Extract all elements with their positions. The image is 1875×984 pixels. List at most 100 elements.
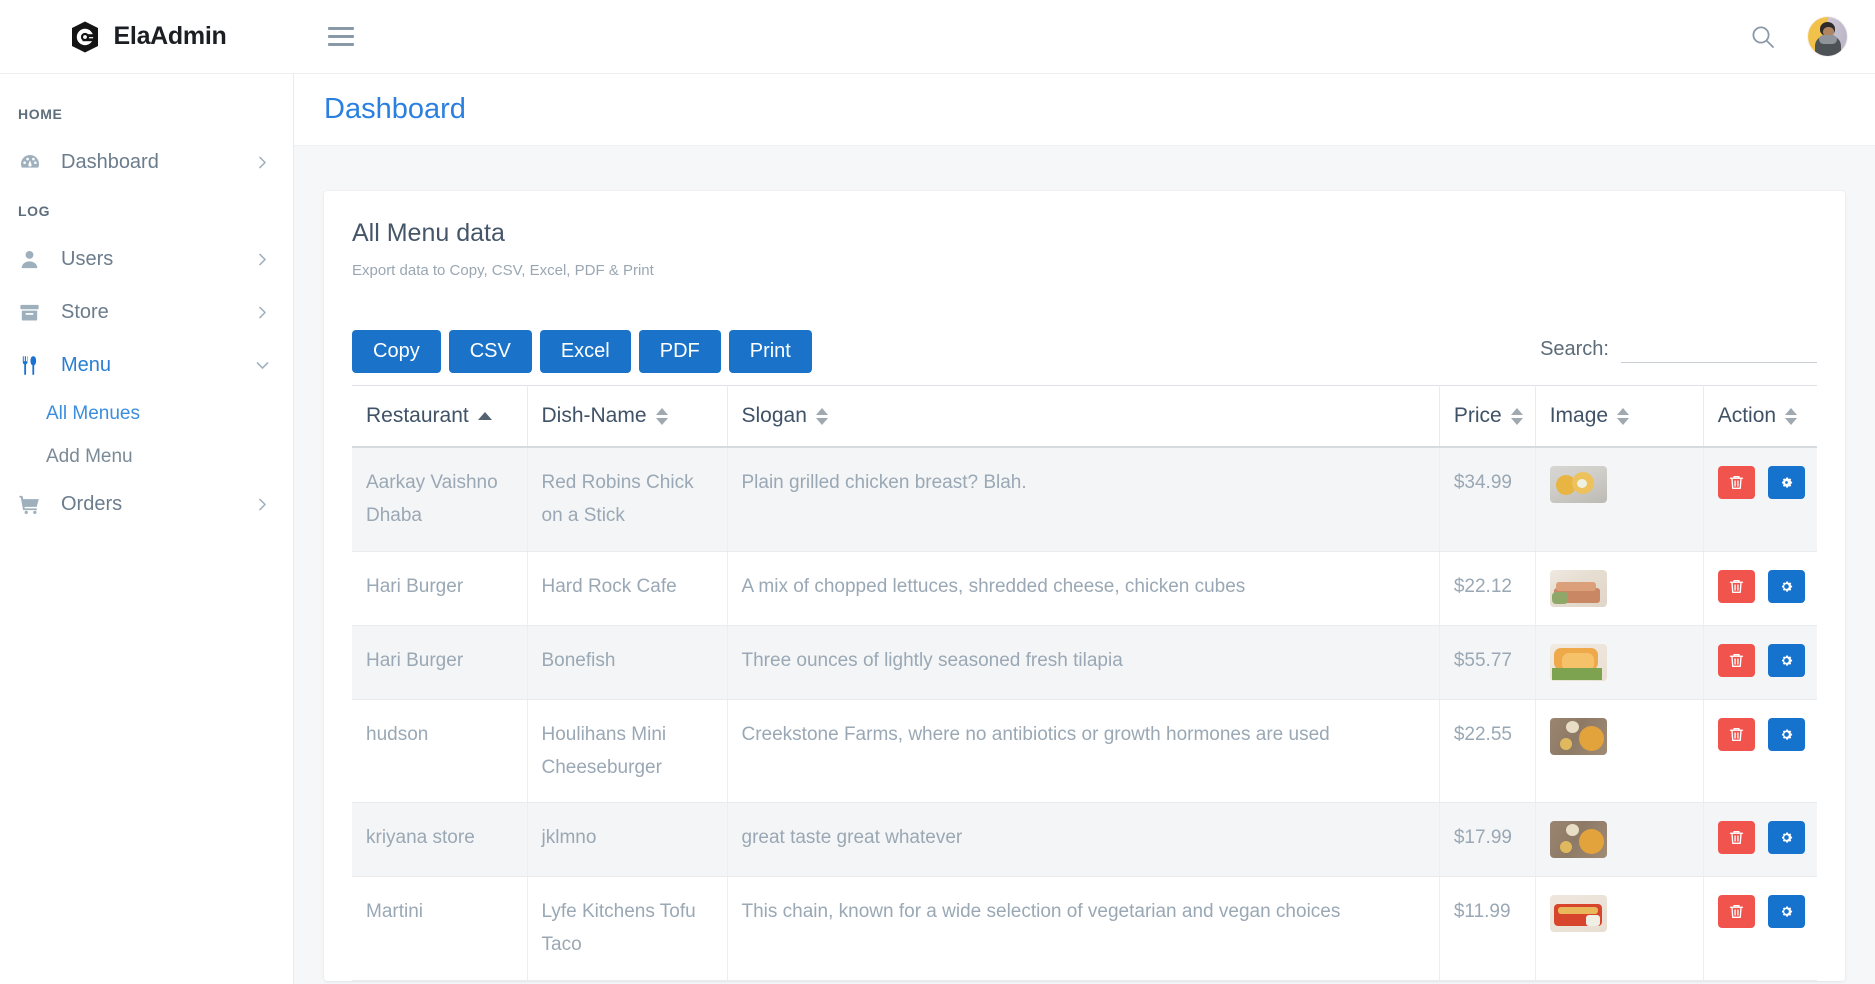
search-input[interactable] [1621, 337, 1817, 363]
cell-price: $22.12 [1439, 551, 1536, 626]
edit-row-button[interactable] [1768, 643, 1805, 677]
ela-logo-icon [68, 20, 102, 54]
cell-restaurant: kriyana store [352, 802, 528, 877]
sidebar-item-store[interactable]: Store [0, 286, 293, 339]
sidebar-item-orders[interactable]: Orders [0, 478, 293, 531]
sidebar-item-users[interactable]: Users [0, 233, 293, 286]
cell-action [1703, 699, 1817, 803]
cell-restaurant: Martini [352, 876, 528, 981]
sort-both-icon [1617, 407, 1630, 425]
column-header-action[interactable]: Action [1703, 385, 1817, 448]
table-row: Martini Lyfe Kitchens Tofu Taco This cha… [352, 876, 1817, 981]
speedometer-icon [18, 150, 48, 176]
sidebar-subitem-add-menu[interactable]: Add Menu [0, 435, 293, 478]
box-icon [18, 300, 48, 326]
cell-action [1703, 551, 1817, 626]
cell-price: $11.99 [1439, 876, 1536, 981]
sidebar-subitem-all-menues[interactable]: All Menues [0, 392, 293, 435]
column-header-slogan[interactable]: Slogan [727, 385, 1440, 448]
cell-action [1703, 802, 1817, 877]
cell-dish-name: Red Robins Chick on a Stick [527, 447, 728, 552]
sort-ascending-icon [477, 412, 492, 420]
sidebar-item-label: Dashboard [61, 151, 159, 173]
column-header-image[interactable]: Image [1535, 385, 1704, 448]
cell-action [1703, 876, 1817, 981]
table-body: Aarkay Vaishno Dhaba Red Robins Chick on… [352, 447, 1817, 981]
edit-row-button[interactable] [1768, 895, 1805, 929]
edit-row-button[interactable] [1768, 569, 1805, 603]
delete-row-button[interactable] [1717, 569, 1755, 603]
cell-restaurant: Aarkay Vaishno Dhaba [352, 447, 528, 552]
dish-thumbnail [1549, 717, 1607, 755]
table-head: Restaurant Dish-Name Slogan Price Image … [352, 385, 1817, 448]
page-title: Dashboard [324, 93, 466, 125]
cell-dish-name: Hard Rock Cafe [527, 551, 728, 626]
print-button[interactable]: Print [728, 330, 812, 373]
delete-row-button[interactable] [1717, 466, 1755, 500]
delete-row-button[interactable] [1717, 717, 1755, 751]
column-header-price[interactable]: Price [1439, 385, 1536, 448]
chevron-right-icon [254, 154, 271, 171]
sort-both-icon [1510, 407, 1523, 425]
column-label: Image [1549, 404, 1609, 427]
dish-thumbnail [1549, 821, 1607, 858]
sidebar-section-home: HOME [18, 106, 63, 122]
cell-restaurant: Hari Burger [352, 625, 528, 700]
export-button-group: Copy CSV Excel PDF Print [352, 330, 812, 373]
cell-dish-name: Bonefish [527, 625, 728, 700]
column-label: Restaurant [366, 404, 469, 427]
cell-restaurant: hudson [352, 699, 528, 803]
card-title: All Menu data [352, 219, 505, 247]
cell-slogan: Three ounces of lightly seasoned fresh t… [727, 625, 1440, 700]
table-row: hudson Houlihans Mini Cheeseburger Creek… [352, 699, 1817, 803]
column-header-dish-name[interactable]: Dish-Name [527, 385, 728, 448]
brand-area[interactable]: ElaAdmin [0, 0, 294, 74]
delete-row-button[interactable] [1717, 895, 1755, 929]
sort-both-icon [1785, 407, 1798, 425]
table-row: Aarkay Vaishno Dhaba Red Robins Chick on… [352, 447, 1817, 552]
cell-action [1703, 625, 1817, 700]
table-row: kriyana store jklmno great taste great w… [352, 802, 1817, 877]
pdf-button[interactable]: PDF [638, 330, 721, 373]
search-label: Search: [1540, 338, 1609, 360]
cell-slogan: Creekstone Farms, where no antibiotics o… [727, 699, 1440, 803]
shopping-cart-icon [18, 492, 48, 518]
edit-row-button[interactable] [1768, 466, 1805, 500]
sidebar-section-log: LOG [18, 203, 51, 219]
cell-dish-name: Lyfe Kitchens Tofu Taco [527, 876, 728, 981]
column-label: Dish-Name [541, 404, 647, 427]
cell-price: $22.55 [1439, 699, 1536, 803]
cell-price: $34.99 [1439, 447, 1536, 552]
card-subtitle: Export data to Copy, CSV, Excel, PDF & P… [352, 262, 654, 279]
cell-image [1535, 802, 1704, 877]
edit-row-button[interactable] [1768, 821, 1805, 855]
sidebar-item-label: Users [61, 248, 114, 270]
dish-thumbnail [1549, 569, 1607, 607]
sidebar-item-menu[interactable]: Menu [0, 339, 293, 392]
edit-row-button[interactable] [1768, 717, 1805, 751]
column-header-restaurant[interactable]: Restaurant [352, 385, 528, 448]
search-icon[interactable] [1748, 22, 1778, 52]
csv-button[interactable]: CSV [448, 330, 532, 373]
cutlery-icon [18, 353, 48, 379]
cell-image [1535, 625, 1704, 700]
user-avatar[interactable] [1808, 17, 1847, 56]
cell-slogan: Plain grilled chicken breast? Blah. [727, 447, 1440, 552]
sidebar-item-label: Store [61, 301, 109, 323]
sidebar-item-label: Orders [61, 493, 123, 515]
cell-price: $17.99 [1439, 802, 1536, 877]
hamburger-icon[interactable] [328, 24, 354, 50]
top-header-bar: ElaAdmin [0, 0, 1875, 74]
table-search: Search: [1540, 337, 1817, 363]
delete-row-button[interactable] [1717, 821, 1755, 855]
cell-image [1535, 876, 1704, 981]
menu-data-table: Restaurant Dish-Name Slogan Price Image … [352, 385, 1817, 981]
excel-button[interactable]: Excel [539, 330, 631, 373]
sidebar-item-dashboard[interactable]: Dashboard [0, 136, 293, 189]
table-row: Hari Burger Bonefish Three ounces of lig… [352, 625, 1817, 700]
copy-button[interactable]: Copy [352, 330, 441, 373]
chevron-down-icon [254, 357, 271, 374]
delete-row-button[interactable] [1717, 643, 1755, 677]
cell-price: $55.77 [1439, 625, 1536, 700]
table-row: Hari Burger Hard Rock Cafe A mix of chop… [352, 551, 1817, 626]
